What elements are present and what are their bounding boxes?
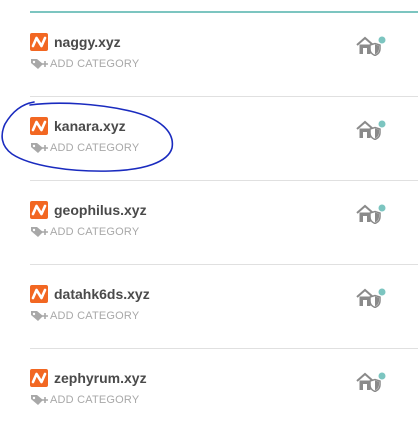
namecheap-logo-icon — [30, 117, 48, 135]
home-shield-icon[interactable] — [356, 204, 388, 224]
domain-name-link[interactable]: naggy.xyz — [54, 33, 121, 51]
add-category-button[interactable]: ADD CATEGORY — [30, 392, 139, 408]
tag-plus-icon — [31, 227, 48, 237]
namecheap-logo-icon — [30, 33, 48, 51]
domain-row: geophilus.xyz ADD CATEGORY — [0, 181, 418, 265]
namecheap-logo-icon — [30, 201, 48, 219]
tag-plus-icon — [31, 143, 48, 153]
add-category-label: ADD CATEGORY — [50, 58, 140, 70]
home-shield-icon[interactable] — [356, 372, 388, 392]
domain-name-link[interactable]: zephyrum.xyz — [54, 369, 147, 387]
domain-name-link[interactable]: kanara.xyz — [54, 117, 126, 135]
home-shield-icon[interactable] — [356, 120, 388, 140]
namecheap-logo-icon — [30, 285, 48, 303]
domain-name-link[interactable]: datahk6ds.xyz — [54, 285, 150, 303]
add-category-button[interactable]: ADD CATEGORY — [30, 224, 139, 240]
add-category-button[interactable]: ADD CATEGORY — [30, 56, 139, 72]
tag-plus-icon — [31, 395, 48, 405]
domain-row: kanara.xyz ADD CATEGORY — [0, 97, 418, 181]
home-shield-icon[interactable] — [356, 288, 388, 308]
add-category-label: ADD CATEGORY — [50, 226, 140, 238]
add-category-button[interactable]: ADD CATEGORY — [30, 140, 139, 156]
namecheap-logo-icon — [30, 369, 48, 387]
add-category-button[interactable]: ADD CATEGORY — [30, 308, 139, 324]
domain-row: zephyrum.xyz ADD CATEGORY — [0, 349, 418, 433]
tag-plus-icon — [31, 59, 48, 69]
domain-row: naggy.xyz ADD CATEGORY — [0, 13, 418, 97]
home-shield-icon[interactable] — [356, 36, 388, 56]
add-category-label: ADD CATEGORY — [50, 310, 140, 322]
tag-plus-icon — [31, 311, 48, 321]
domain-name-link[interactable]: geophilus.xyz — [54, 201, 147, 219]
domain-row: datahk6ds.xyz ADD CATEGORY — [0, 265, 418, 349]
add-category-label: ADD CATEGORY — [50, 394, 140, 406]
add-category-label: ADD CATEGORY — [50, 142, 140, 154]
